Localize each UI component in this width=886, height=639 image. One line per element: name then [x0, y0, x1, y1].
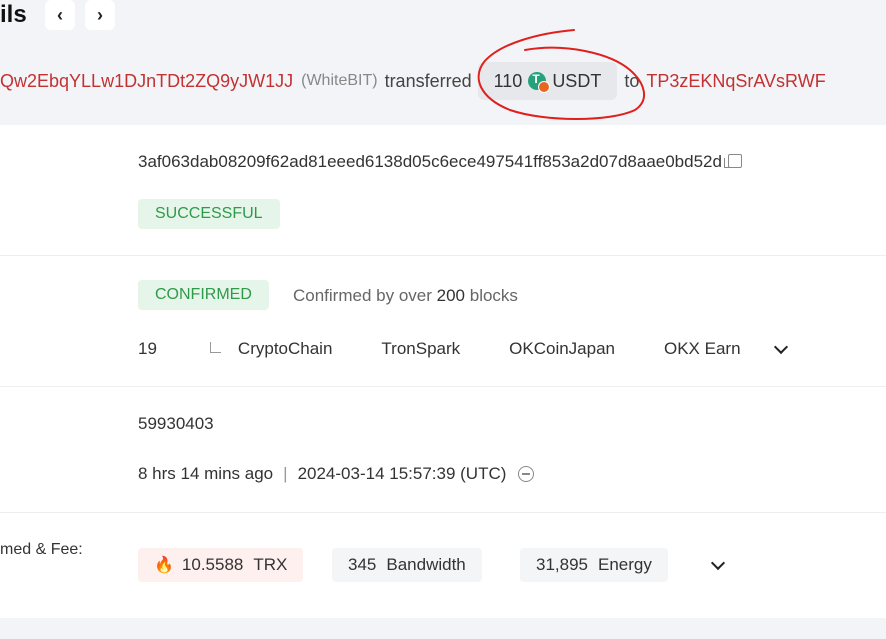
status-row: SUCCESSFUL	[138, 199, 280, 229]
confirm-prefix: Confirmed by over	[293, 286, 432, 305]
bandwidth-pill: 345 Bandwidth	[332, 548, 482, 582]
trx-unit: TRX	[253, 555, 288, 574]
confirm-count: 200	[436, 286, 465, 305]
from-entity-label: (WhiteBIT)	[301, 72, 378, 89]
from-address-link[interactable]: Qw2EbqYLLw1DJnTDt2ZQ9yJW1JJ	[0, 71, 293, 92]
chevron-right-icon[interactable]: ›	[85, 0, 115, 30]
chevron-left-icon[interactable]: ‹	[45, 0, 75, 30]
annotation-circle	[477, 29, 645, 120]
energy-amount: 31,895	[536, 555, 588, 574]
transfer-summary: Qw2EbqYLLw1DJnTDt2ZQ9yJW1JJ (WhiteBIT) t…	[0, 62, 826, 100]
time-row: 8 hrs 14 mins ago | 2024-03-14 15:57:39 …	[138, 464, 535, 484]
energy-pill: 31,895 Energy	[520, 548, 668, 582]
age-text: 8 hrs 14 mins ago	[138, 464, 274, 483]
bandwidth-amount: 345	[348, 555, 377, 574]
confirmed-badge: CONFIRMED	[138, 280, 269, 310]
transaction-hash: 3af063dab08209f62ad81eeed6138d05c6ece497…	[138, 152, 742, 172]
status-badge: SUCCESSFUL	[138, 199, 280, 229]
sr-item[interactable]: TronSpark	[381, 339, 460, 359]
trx-amount: 10.5588	[181, 555, 244, 574]
hash-value: 3af063dab08209f62ad81eeed6138d05c6ece497…	[138, 152, 722, 171]
chevron-down-icon[interactable]	[773, 339, 788, 354]
super-representatives-row: 19 CryptoChain TronSpark OKCoinJapan OKX…	[138, 336, 788, 362]
transfer-verb: transferred	[384, 70, 472, 91]
sr-item[interactable]: CryptoChain	[238, 339, 333, 359]
to-address-link[interactable]: TP3zEKNqSrAVsRWF	[646, 71, 825, 92]
switch-time-icon[interactable]	[518, 466, 535, 482]
confirmation-text: Confirmed by over 200 blocks	[293, 286, 518, 306]
bandwidth-unit: Bandwidth	[386, 555, 466, 574]
timestamp: 2024-03-14 15:57:39 (UTC)	[297, 464, 507, 483]
divider-pipe: |	[283, 464, 288, 483]
fee-label: med & Fee:	[0, 541, 83, 558]
copy-icon[interactable]	[723, 154, 742, 168]
sr-item[interactable]: OKCoinJapan	[509, 339, 615, 359]
sr-item[interactable]: OKX Earn	[664, 339, 741, 359]
trx-fee-pill: 🔥 10.5588 TRX	[138, 548, 304, 582]
flame-icon: 🔥	[154, 557, 174, 574]
divider	[0, 255, 886, 256]
confirm-suffix: blocks	[469, 286, 518, 305]
block-number[interactable]: 59930403	[138, 414, 214, 434]
divider	[0, 512, 886, 513]
details-panel	[0, 125, 886, 618]
divider	[0, 386, 886, 387]
energy-unit: Energy	[598, 555, 652, 574]
sr-count: 19	[138, 339, 157, 358]
tree-corner-icon	[209, 341, 221, 353]
page-title: ils	[0, 1, 27, 28]
confirmation-row: CONFIRMED	[138, 280, 269, 310]
